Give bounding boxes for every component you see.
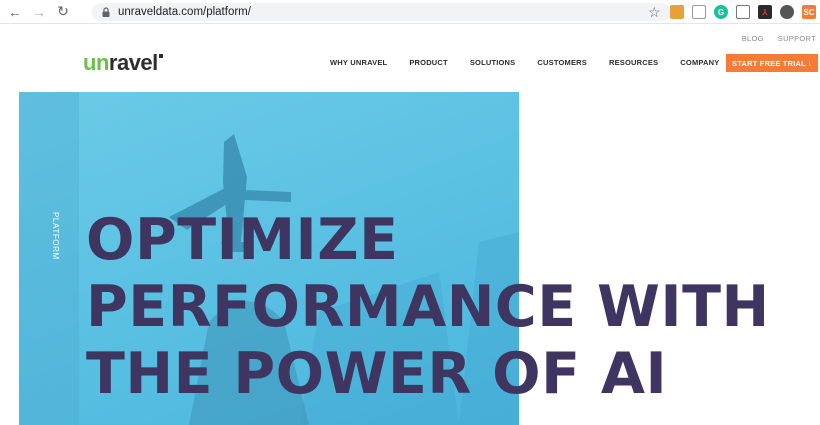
forward-arrow-icon[interactable]: →	[30, 3, 48, 21]
grammarly-icon[interactable]: G	[714, 5, 728, 19]
bookmark-extension-icon[interactable]	[736, 5, 750, 19]
nav-resources[interactable]: RESOURCES	[609, 58, 658, 67]
browser-toolbar: ← → ↻ unraveldata.com/platform/ ☆ G ⅄ SC	[0, 0, 820, 24]
blog-link[interactable]: BLOG	[742, 34, 764, 43]
logo-prefix: un	[83, 50, 109, 75]
logo-suffix: ravel	[108, 50, 158, 75]
headline-line-3: THE POWER OF AI	[86, 341, 668, 407]
hero-headline: OPTIMIZE PERFORMANCE WITH THE POWER OF A…	[86, 207, 806, 408]
bookmark-star-icon[interactable]: ☆	[648, 4, 661, 21]
reload-icon[interactable]: ↻	[54, 3, 72, 21]
headline-line-2: PERFORMANCE WITH	[86, 274, 770, 340]
circle-extension-icon[interactable]	[780, 5, 794, 19]
utility-nav: BLOG SUPPORT	[742, 34, 816, 43]
url-text: unraveldata.com/platform/	[118, 6, 251, 18]
main-nav: WHY UNRAVEL PRODUCT SOLUTIONS CUSTOMERS …	[330, 58, 741, 67]
logo-mark	[158, 54, 163, 58]
nav-company[interactable]: COMPANY	[680, 58, 719, 67]
tools-extension-icon[interactable]	[692, 5, 706, 19]
unravel-logo[interactable]: un ravel	[83, 50, 163, 76]
start-free-trial-button[interactable]: START FREE TRIAL ↓	[726, 54, 818, 72]
address-bar[interactable]: unraveldata.com/platform/	[92, 3, 670, 21]
headline-line-1: OPTIMIZE	[86, 207, 399, 273]
nav-product[interactable]: PRODUCT	[409, 58, 447, 67]
nav-solutions[interactable]: SOLUTIONS	[470, 58, 516, 67]
nav-why-unravel[interactable]: WHY UNRAVEL	[330, 58, 387, 67]
back-arrow-icon[interactable]: ←	[6, 3, 24, 21]
pdf-icon[interactable]: ⅄	[758, 5, 772, 19]
lock-icon	[102, 7, 110, 17]
ghost-extension-icon[interactable]	[670, 5, 684, 19]
section-label: PLATFORM	[51, 212, 60, 260]
sc-extension-icon[interactable]: SC	[802, 5, 816, 19]
nav-customers[interactable]: CUSTOMERS	[537, 58, 587, 67]
support-link[interactable]: SUPPORT	[778, 34, 816, 43]
